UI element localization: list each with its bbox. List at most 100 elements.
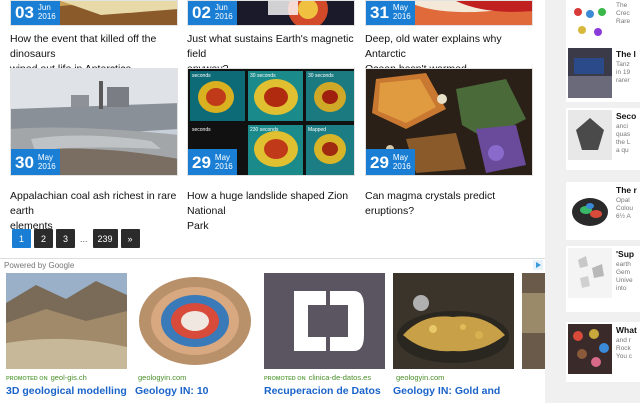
sidebar-thumbnail[interactable]	[568, 110, 612, 160]
date-month: May	[392, 153, 409, 162]
last-page-button[interactable]: 239	[92, 229, 118, 248]
sidebar-excerpt: The Crec Rare	[616, 2, 630, 26]
article-title-line[interactable]: How the event that killed off the dinosa…	[10, 32, 182, 62]
sidebar-excerpt-line: Gem	[616, 269, 631, 276]
sidebar-title[interactable]: The r	[616, 185, 637, 195]
pagination: 1 2 3 ... 239 »	[12, 229, 143, 248]
sidebar-excerpt: and r Rock You c	[616, 337, 632, 361]
sidebar-thumbnail[interactable]	[568, 248, 612, 298]
article-title[interactable]: Can magma crystals predict eruptions?	[365, 189, 537, 219]
sidebar-item[interactable]: The l Tanz in 19 rarer	[566, 46, 640, 102]
scroll-gutter	[545, 0, 560, 403]
sidebar-excerpt-line: earth	[616, 261, 631, 268]
article-thumbnail[interactable]: 03 Jun 2016	[10, 0, 178, 26]
article-thumbnail[interactable]: 30 May 2016	[10, 68, 178, 176]
sidebar-excerpt-line: quas	[616, 131, 631, 138]
ad-image[interactable]	[522, 273, 545, 369]
date-badge: 02 Jun 2016	[188, 1, 237, 25]
sidebar: The Crec Rare The l Tanz in 19 rarer Sec…	[560, 0, 640, 403]
ad-card[interactable]: PROMOTED ON geol-gis.ch 3D geological mod…	[6, 273, 127, 397]
image-label: Mapped	[308, 127, 326, 133]
ad-source-domain[interactable]: clinica-de-datos.es	[309, 373, 372, 382]
ad-promo-label: PROMOTED ON	[6, 376, 48, 382]
ad-source-domain[interactable]: geologyin.com	[396, 373, 444, 382]
sidebar-thumbnail[interactable]	[568, 324, 612, 374]
article-title-line[interactable]: Can magma crystals predict eruptions?	[365, 189, 537, 219]
article-title[interactable]: How a huge landslide shaped Zion Nationa…	[187, 189, 359, 234]
ad-source[interactable]: geologyin.com	[135, 373, 256, 382]
sidebar-item[interactable]: The r Opal Colou 6½ A	[566, 182, 640, 240]
ad-source[interactable]: PROMOTED ON clinica-de-datos.es	[264, 373, 385, 382]
date-badge: 31 May 2016	[366, 1, 415, 25]
ad-source[interactable]: geologyin.com	[393, 373, 514, 382]
ad-source-domain[interactable]: geologyin.com	[138, 373, 186, 382]
article-thumbnail[interactable]: 29 May 2016	[365, 68, 533, 176]
ad-image[interactable]	[264, 273, 385, 369]
sidebar-excerpt-line: 6½ A	[616, 213, 631, 220]
ad-source[interactable]: PROMOTED ON geol-gis.ch	[6, 373, 127, 382]
sidebar-excerpt-line: Colou	[616, 205, 633, 212]
date-day: 03	[15, 2, 34, 22]
article-thumbnail[interactable]: 31 May 2016	[365, 0, 533, 26]
date-day: 30	[15, 152, 34, 172]
sidebar-item[interactable]: Seco anci quas the L a qu	[566, 108, 640, 170]
next-page-button[interactable]: »	[120, 229, 140, 248]
sidebar-thumbnail[interactable]	[568, 2, 612, 52]
ad-image[interactable]	[393, 273, 514, 369]
date-badge: 29 May 2016	[188, 149, 237, 175]
article-title-line[interactable]: Just what sustains Earth's magnetic fiel…	[187, 32, 359, 62]
image-label: seconds	[192, 127, 211, 133]
ad-headline[interactable]: Geology IN: Gold and	[393, 385, 514, 397]
article-thumbnail[interactable]: 02 Jun 2016	[187, 0, 355, 26]
adchoices-icon[interactable]	[533, 260, 543, 270]
sidebar-title[interactable]: What	[616, 325, 637, 335]
sidebar-excerpt-line: Crec	[616, 10, 630, 17]
ad-card[interactable]: geologyin.com Geology IN: Gold and	[393, 273, 514, 397]
article-title-line[interactable]: Park	[187, 219, 359, 234]
date-year: 2016	[37, 162, 56, 171]
ad-headline[interactable]: Geology IN: 10	[135, 385, 256, 397]
sidebar-title[interactable]: 'Sup	[616, 249, 634, 259]
ad-strip: Powered by Google PROMOTED ON geol-gis.ch…	[0, 258, 545, 403]
ad-headline[interactable]: 3D geological modelling	[6, 385, 127, 397]
page-3-button[interactable]: 3	[56, 229, 75, 248]
sidebar-title[interactable]: Seco	[616, 111, 636, 121]
sidebar-excerpt-line: You c	[616, 353, 633, 360]
image-label: seconds	[192, 73, 211, 79]
ad-source-domain[interactable]: geol-gis.ch	[51, 373, 87, 382]
ad-image[interactable]	[135, 273, 256, 369]
sidebar-item[interactable]: What and r Rock You c	[566, 322, 640, 382]
sidebar-excerpt-line: in 19	[616, 69, 631, 76]
date-badge: 30 May 2016	[11, 149, 60, 175]
sidebar-excerpt-line: Tanz	[616, 61, 630, 68]
article-title[interactable]: Appalachian coal ash richest in rare ear…	[10, 189, 182, 234]
sidebar-excerpt: earth Gem Unive into	[616, 261, 633, 293]
powered-by-google: Powered by Google	[4, 261, 75, 270]
article-title-line[interactable]: Appalachian coal ash richest in rare ear…	[10, 189, 182, 219]
sidebar-excerpt-line: and r	[616, 337, 631, 344]
ad-card[interactable]	[522, 273, 545, 369]
sidebar-thumbnail[interactable]	[568, 48, 612, 98]
date-month: May	[37, 153, 54, 162]
date-month: Jun	[37, 3, 51, 12]
article-title-line[interactable]: Deep, old water explains why Antarctic	[365, 32, 537, 62]
ad-headline[interactable]: Recuperacion de Datos	[264, 385, 385, 397]
sidebar-excerpt: anci quas the L a qu	[616, 123, 630, 155]
ad-card[interactable]: PROMOTED ON clinica-de-datos.es Recuperac…	[264, 273, 385, 397]
sidebar-excerpt-line: into	[616, 285, 627, 292]
image-label: 30 seconds	[250, 73, 276, 79]
date-year: 2016	[214, 162, 233, 171]
page-2-button[interactable]: 2	[34, 229, 53, 248]
sidebar-item[interactable]: 'Sup earth Gem Unive into	[566, 246, 640, 312]
ad-image[interactable]	[6, 273, 127, 369]
sidebar-excerpt-line: rarer	[616, 77, 630, 84]
sidebar-thumbnail[interactable]	[568, 184, 612, 234]
ad-promo-label: PROMOTED ON	[264, 376, 306, 382]
article-thumbnail[interactable]: seconds 30 seconds 30 seconds seconds 23…	[187, 68, 355, 176]
article-title-line[interactable]: How a huge landslide shaped Zion Nationa…	[187, 189, 359, 219]
date-month: Jun	[214, 3, 228, 12]
sidebar-title[interactable]: The l	[616, 49, 636, 59]
sidebar-excerpt: Opal Colou 6½ A	[616, 197, 633, 221]
ad-card[interactable]: geologyin.com Geology IN: 10	[135, 273, 256, 397]
page-1-button[interactable]: 1	[12, 229, 31, 248]
